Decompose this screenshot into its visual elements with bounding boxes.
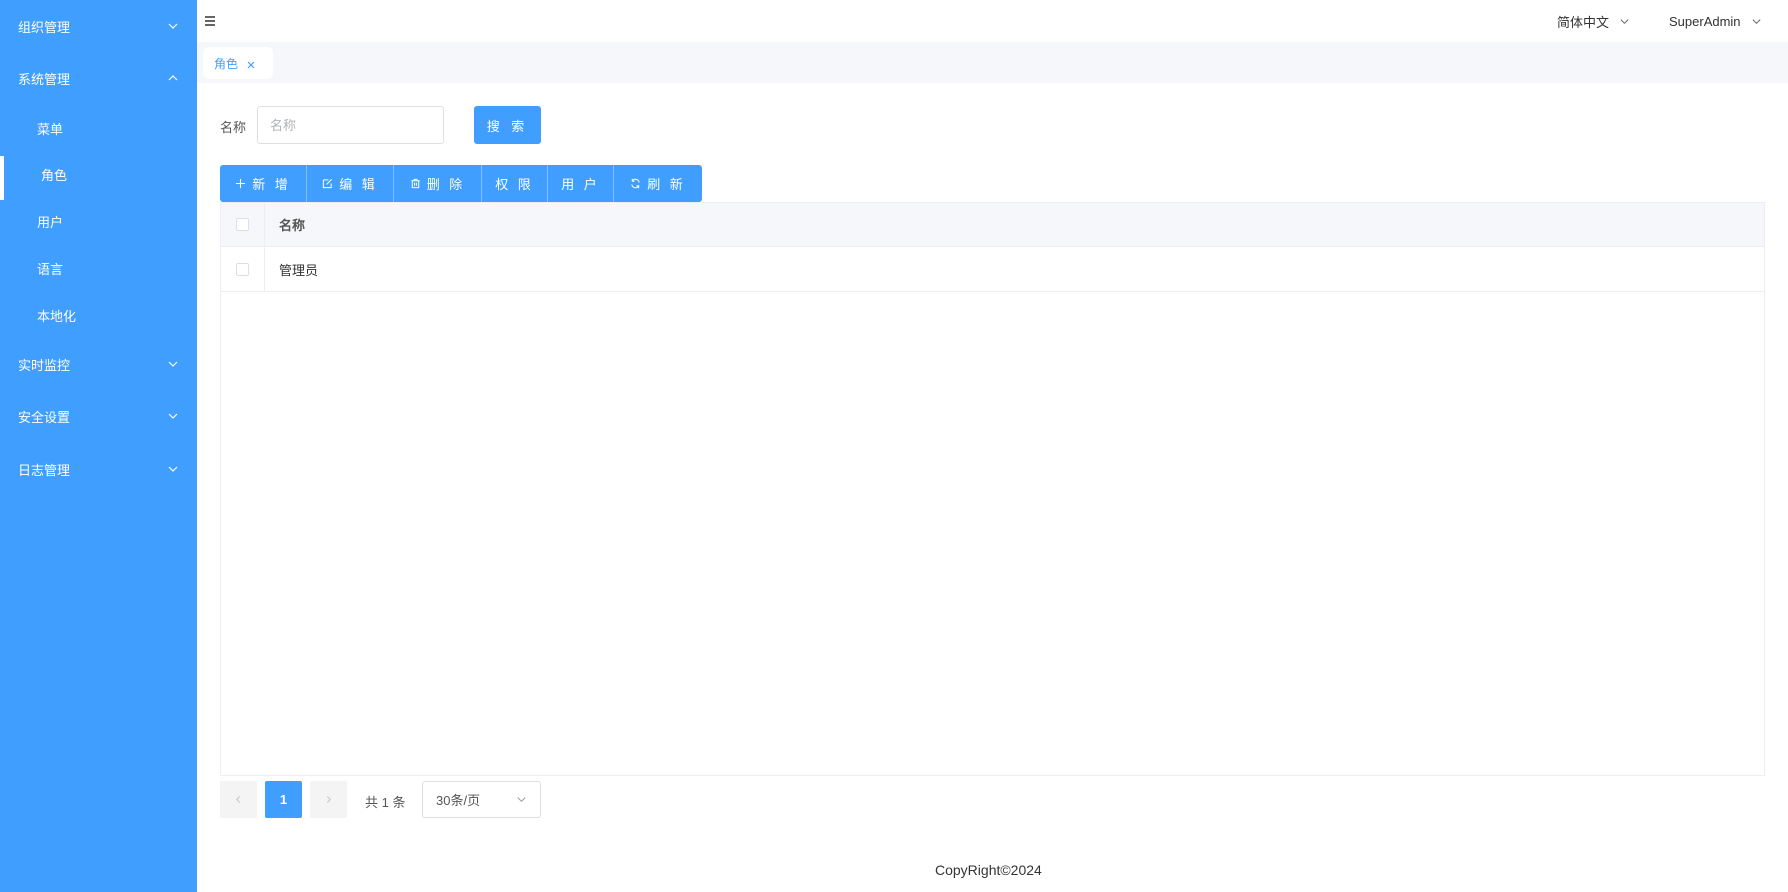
menu-group-logs[interactable]: 日志管理 <box>0 451 197 487</box>
delete-button[interactable]: 删 除 <box>394 165 482 202</box>
menu-group-label: 组织管理 <box>18 19 71 35</box>
menu-group-security[interactable]: 安全设置 <box>0 398 197 434</box>
user-name: SuperAdmin <box>1669 13 1741 29</box>
tab-role[interactable]: 角色 <box>203 47 273 79</box>
pagination-total: 共 1 条 <box>365 795 406 810</box>
chevron-down-icon <box>516 794 527 805</box>
chevron-up-icon <box>167 72 179 84</box>
page-number-current[interactable]: 1 <box>265 781 302 818</box>
tab-label: 角色 <box>214 56 239 71</box>
column-header-name[interactable]: 名称 <box>279 203 305 246</box>
edit-button[interactable]: 编 辑 <box>307 165 394 202</box>
user-menu[interactable]: SuperAdmin <box>1669 10 1762 32</box>
top-header: 简体中文 SuperAdmin <box>197 0 1788 42</box>
sidebar-item-menu[interactable]: 菜单 <box>0 110 197 146</box>
chevron-down-icon <box>167 463 179 475</box>
row-checkbox[interactable] <box>236 262 249 276</box>
menu-group-label: 系统管理 <box>18 71 71 87</box>
language-select[interactable]: 简体中文 <box>1557 10 1630 32</box>
table-row[interactable]: 管理员 <box>221 247 1764 292</box>
chevron-left-icon <box>234 795 243 804</box>
sidebar-item-label: 菜单 <box>37 121 64 137</box>
menu-group-org[interactable]: 组织管理 <box>0 8 197 44</box>
sidebar-item-label: 用户 <box>37 214 64 230</box>
sidebar-item-localization[interactable]: 本地化 <box>0 297 197 333</box>
hamburger-menu-icon[interactable] <box>203 14 217 28</box>
table-header-row: 名称 <box>221 203 1764 247</box>
add-button[interactable]: 新 增 <box>220 165 307 202</box>
users-button-label: 用 户 <box>561 177 600 192</box>
chevron-right-icon <box>324 795 333 804</box>
action-toolbar: 新 增 编 辑 删 除 权 限 用 户 刷 新 <box>220 165 702 202</box>
sidebar: 组织管理 系统管理 菜单 角色 用户 语言 本地化 实时监控 安全设置 日志管理 <box>0 0 197 892</box>
roles-table: 名称 管理员 <box>220 202 1765 776</box>
search-label: 名称 <box>220 120 247 135</box>
select-all-checkbox[interactable] <box>236 218 249 231</box>
close-icon[interactable] <box>246 58 256 69</box>
menu-group-label: 安全设置 <box>18 409 71 425</box>
prev-page-button[interactable] <box>220 781 257 818</box>
refresh-button-label: 刷 新 <box>647 177 686 192</box>
edit-button-label: 编 辑 <box>339 177 378 192</box>
edit-icon <box>322 178 333 189</box>
page-size-select[interactable]: 30条/页 <box>422 781 541 818</box>
permission-button[interactable]: 权 限 <box>482 165 548 202</box>
header-check-cell <box>221 203 265 246</box>
refresh-button[interactable]: 刷 新 <box>614 165 702 202</box>
tabs-bar: 角色 <box>197 42 1788 83</box>
row-name-cell: 管理员 <box>279 262 319 278</box>
next-page-button[interactable] <box>310 781 347 818</box>
delete-button-label: 删 除 <box>426 177 466 192</box>
sidebar-item-language[interactable]: 语言 <box>0 250 197 286</box>
menu-group-system[interactable]: 系统管理 <box>0 60 197 96</box>
add-button-label: 新 增 <box>252 177 291 192</box>
menu-group-monitor[interactable]: 实时监控 <box>0 346 197 382</box>
sidebar-item-user[interactable]: 用户 <box>0 203 197 239</box>
plus-icon <box>235 178 246 189</box>
chevron-down-icon <box>167 20 179 32</box>
row-check-cell <box>221 247 265 291</box>
chevron-down-icon <box>1751 16 1762 27</box>
sidebar-item-label: 本地化 <box>37 308 77 324</box>
users-button[interactable]: 用 户 <box>548 165 614 202</box>
footer-copyright: CopyRight©2024 <box>935 862 1042 878</box>
menu-group-label: 实时监控 <box>18 357 71 373</box>
sidebar-item-label: 角色 <box>41 167 68 183</box>
chevron-down-icon <box>1619 16 1630 27</box>
refresh-icon <box>630 178 641 189</box>
chevron-down-icon <box>167 358 179 370</box>
sidebar-item-role[interactable]: 角色 <box>0 156 197 200</box>
sidebar-item-label: 语言 <box>37 261 64 277</box>
name-search-input[interactable] <box>257 106 444 144</box>
search-button[interactable]: 搜 索 <box>474 106 541 144</box>
page-size-value: 30条/页 <box>436 793 481 808</box>
permission-button-label: 权 限 <box>495 177 534 192</box>
trash-icon <box>410 178 421 189</box>
chevron-down-icon <box>167 410 179 422</box>
language-label: 简体中文 <box>1557 14 1610 30</box>
menu-group-label: 日志管理 <box>18 462 71 478</box>
